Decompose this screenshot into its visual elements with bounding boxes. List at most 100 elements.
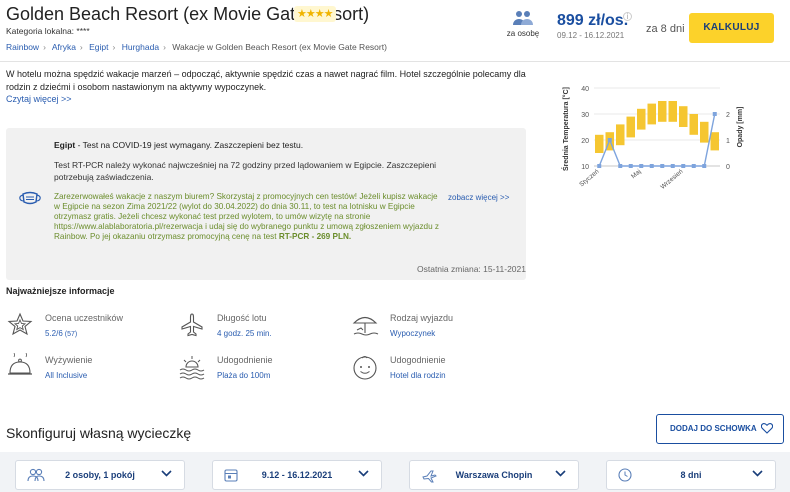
price-block: 899 zł/os. i 09.12 - 16.12.2021 (557, 12, 635, 40)
food-cloche-icon (8, 353, 32, 375)
chevron-right-icon: › (163, 42, 166, 52)
chart-y-tick-label: 10 (581, 164, 589, 171)
departure-value: Warszawa Chopin (455, 470, 533, 480)
rating-value: 5.2/6 (45, 329, 63, 338)
breadcrumb-egipt[interactable]: Egipt (89, 42, 108, 52)
chart-y-axis-title: Średnia Temperatura [°C] (561, 87, 570, 171)
feature-flight-length: Długość lotu 4 godz. 25 min. (178, 311, 348, 347)
chart-y2-tick-label: 1 (726, 138, 730, 145)
chart-temperature-bar (616, 124, 625, 146)
per-person-toggle[interactable]: za osobę (504, 10, 542, 38)
chart-precipitation-point (607, 138, 612, 142)
breadcrumb-hurghada[interactable]: Hurghada (122, 42, 159, 52)
dates-value: 9.12 - 16.12.2021 (261, 470, 333, 480)
breadcrumb-afryka[interactable]: Afryka (52, 42, 76, 52)
feature-rating: Ocena uczestników 5.2/6 (57) (6, 311, 176, 347)
chart-temperature-bar (658, 101, 667, 122)
chart-temperature-bar (626, 116, 635, 138)
info-icon[interactable]: i (623, 12, 632, 21)
chart-x-tick-label: Wrzesień (659, 168, 684, 191)
chart-temperature-bar (700, 121, 709, 143)
chart-precipitation-point (618, 164, 623, 168)
feature-label: Długość lotu (217, 313, 267, 323)
chart-precipitation-point (628, 164, 633, 168)
chart-x-tick-label: Maj (630, 168, 643, 180)
hotel-header: Golden Beach Resort (ex Movie Gate Resor… (0, 0, 790, 62)
read-more-link[interactable]: Czytaj więcej >> (6, 94, 72, 104)
chart-temperature-bar (710, 132, 719, 151)
feature-board: Wyżywienie All Inclusive (6, 353, 176, 389)
chart-y-tick-label: 30 (581, 112, 589, 119)
climate-chart: 10 20 30 40 0 1 2 Styczeń Maj Wrzesień Średnia Tem… (548, 80, 788, 210)
travelers-value: 2 osoby, 1 pokój (65, 470, 135, 480)
chevron-down-icon (555, 470, 566, 477)
chevron-right-icon: › (112, 42, 116, 52)
configurator-title: Skonfiguruj własną wycieczkę (6, 425, 192, 441)
feature-label: Udogodnienie (390, 355, 446, 365)
duration-value: 8 dni (680, 470, 702, 480)
see-more-link[interactable]: zobacz więcej >> (448, 193, 509, 202)
chart-y-tick-label: 40 (581, 86, 589, 93)
face-mask-icon (19, 191, 41, 205)
feature-value: Plaża do 100m (217, 371, 271, 380)
travelers-select[interactable]: 2 osoby, 1 pokój (15, 460, 185, 490)
chart-precipitation-point (639, 164, 644, 168)
covid-requirement: - Test na COVID-19 jest wymagany. Zaszcz… (75, 140, 304, 150)
feature-label: Rodzaj wyjazdu (390, 313, 454, 323)
chart-precipitation-point (691, 164, 696, 168)
chart-temperature-bar (689, 114, 698, 135)
dates-select[interactable]: 9.12 - 16.12.2021 (212, 460, 382, 490)
plane-icon (181, 313, 203, 337)
duration-select[interactable]: 8 dni (606, 460, 776, 490)
chart-temperature-bar (668, 101, 677, 122)
chart-precipitation-point (681, 164, 686, 168)
configurator-bar: 2 osoby, 1 pokój 9.12 - 16.12.2021 Warsz… (0, 452, 790, 492)
chevron-down-icon (161, 470, 172, 477)
chart-temperature-bar (595, 134, 604, 153)
feature-value: 4 godz. 25 min. (217, 329, 272, 338)
breadcrumb: Rainbow › Afryka › Egipt › Hurghada › Wakacj… (6, 42, 387, 52)
trip-days: za 8 dni (646, 23, 685, 35)
chevron-down-icon (358, 470, 369, 477)
chevron-right-icon: › (79, 42, 83, 52)
price-dates: 09.12 - 16.12.2021 (557, 31, 625, 40)
chart-y2-tick-label: 0 (726, 164, 730, 171)
covid-info-box: Egipt - Test na COVID-19 jest wymagany. … (6, 128, 526, 280)
feature-value: Hotel dla rodzin (390, 371, 446, 380)
feature-value: 5.2/6 (57) (45, 329, 77, 338)
covid-country: Egipt (54, 140, 76, 150)
feature-family: Udogodnienie Hotel dla rodzin (351, 353, 521, 389)
chart-precipitation-point (649, 164, 654, 168)
feature-value: Wypoczynek (390, 329, 436, 338)
chart-y2-tick-label: 2 (726, 112, 730, 119)
chart-temperature-bar (647, 103, 656, 125)
chart-precipitation-point (712, 112, 717, 116)
hotel-description: W hotelu można spędzić wakacje marzeń – … (6, 69, 526, 92)
chart-precipitation-point (702, 164, 707, 168)
star-badge-icon (7, 312, 33, 336)
add-to-favorites-label: DODAJ DO SCHOWKA (670, 424, 757, 433)
chevron-right-icon: › (43, 42, 46, 52)
feature-label: Ocena uczestników (45, 313, 124, 323)
chart-y-tick-label: 20 (581, 138, 589, 145)
departure-select[interactable]: Warszawa Chopin (409, 460, 579, 490)
covid-promo-body: Zarezerwowałeś wakacje z naszym biurem? … (54, 192, 440, 241)
chart-y2-axis-title: Opady [mm] (737, 107, 744, 148)
add-to-favorites-button[interactable]: DODAJ DO SCHOWKA (656, 414, 784, 444)
calculate-button[interactable]: KALKULUJ (689, 13, 774, 43)
chevron-down-icon (752, 470, 763, 477)
last-change-date: Ostatnia zmiana: 15-11-2021 (417, 264, 526, 274)
climate-chart-svg: 10203040012Styczeń Maj WrzesieńŚrednia Tem… (561, 86, 744, 191)
chart-precipitation-point (670, 164, 675, 168)
heart-icon (761, 423, 773, 434)
chart-temperature-bar (679, 106, 688, 127)
rating-stars-icon: ★★★★ (294, 6, 336, 22)
chart-temperature-bar (637, 108, 646, 130)
feature-value: All Inclusive (45, 371, 88, 380)
feature-label: Udogodnienie (217, 355, 273, 365)
feature-label: Wyżywienie (45, 355, 93, 365)
breadcrumb-rainbow[interactable]: Rainbow (6, 42, 39, 52)
feature-trip-type: Rodzaj wyjazdu Wypoczynek (351, 311, 521, 347)
key-info-heading: Najważniejsze informacje (6, 286, 115, 296)
breadcrumb-current: Wakacje w Golden Beach Resort (ex Movie … (172, 42, 387, 52)
